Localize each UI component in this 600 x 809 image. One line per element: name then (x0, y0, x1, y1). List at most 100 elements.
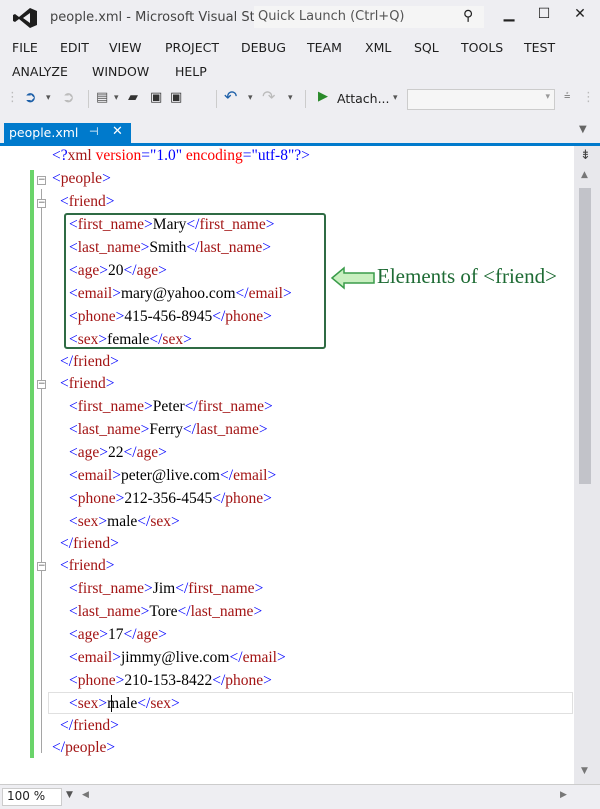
code-editor[interactable]: − − − − <?xml version="1.0" encoding="ut… (0, 146, 600, 784)
field-line: <sex>male</sex> (69, 513, 180, 530)
vertical-scrollbar[interactable]: ⇟ ▲ ▼ (574, 146, 600, 784)
friend-close-line: </friend> (60, 353, 119, 370)
chevron-down-icon[interactable]: ▼ (66, 790, 73, 800)
toolbar: ⋮ ➲ ▾ ➲ ▤ ▾ ▰ ▣ ▣ ↶ ▾ ↷ ▾ ▶ Attach... ▾ … (0, 84, 600, 114)
save-icon[interactable]: ▣ (150, 90, 162, 105)
toolbar-grip-icon: ⋮ (6, 90, 19, 105)
redo-icon[interactable]: ↷ (262, 87, 275, 106)
menu-debug[interactable]: DEBUG (241, 40, 286, 55)
search-icon[interactable]: ⚲ (463, 8, 473, 24)
fold-guide (41, 189, 42, 753)
solution-config-combo[interactable]: ▾ (407, 89, 555, 110)
field-line: <phone>210-153-8422</phone> (69, 672, 272, 689)
field-line: <first_name>Peter</first_name> (69, 398, 273, 415)
navigate-forward-icon[interactable]: ➲ (62, 88, 75, 106)
close-tab-icon[interactable]: ✕ (112, 124, 123, 139)
new-dropdown-icon[interactable]: ▾ (114, 93, 119, 103)
undo-icon[interactable]: ↶ (224, 87, 237, 106)
field-line: <email>peter@live.com</email> (69, 467, 277, 484)
people-open-line: <people> (52, 170, 111, 187)
field-line: <last_name>Tore</last_name> (69, 603, 263, 620)
attach-button[interactable]: Attach... (337, 91, 390, 106)
close-button[interactable]: ✕ (568, 6, 592, 26)
friend-close-line: </friend> (60, 717, 119, 734)
open-file-icon[interactable]: ▰ (128, 90, 138, 105)
fold-toggle-people[interactable]: − (37, 176, 46, 185)
scroll-thumb[interactable] (579, 188, 591, 484)
pin-icon[interactable]: ⊣ (89, 125, 99, 138)
toolbar-separator (305, 90, 306, 108)
navigate-back-icon[interactable]: ➲ (24, 88, 37, 106)
menu-team[interactable]: TEAM (307, 40, 342, 55)
pi-name: xml (67, 147, 92, 164)
menu-help[interactable]: HELP (175, 64, 207, 79)
quick-launch-input[interactable]: Quick Launch (Ctrl+Q) ⚲ (254, 6, 484, 28)
undo-dropdown-icon[interactable]: ▾ (248, 93, 253, 103)
left-arrow-icon (330, 266, 375, 290)
fold-toggle-friend[interactable]: − (37, 199, 46, 208)
toolbar-overflow-icon[interactable]: ⩮ (564, 89, 570, 103)
menu-test[interactable]: TEST (524, 40, 555, 55)
scroll-up-icon[interactable]: ▲ (581, 170, 588, 180)
field-line: <sex>male</sex> (69, 695, 180, 712)
tab-people-xml[interactable]: people.xml ⊣ ✕ (4, 123, 131, 143)
xml-declaration-line: <?xml version="1.0" encoding="utf-8"?> (52, 147, 310, 164)
chevron-down-icon[interactable]: ▾ (545, 92, 550, 102)
field-line: <age>17</age> (69, 626, 167, 643)
menu-edit[interactable]: EDIT (60, 40, 89, 55)
save-all-icon[interactable]: ▣ (170, 90, 182, 105)
attach-dropdown-icon[interactable]: ▾ (393, 93, 398, 103)
menu-bar: FILE EDIT VIEW PROJECT DEBUG TEAM XML SQ… (0, 36, 600, 84)
menu-analyze[interactable]: ANALYZE (12, 64, 68, 79)
text-caret (111, 695, 112, 712)
toolbar-grip-icon: ⋮ (582, 90, 595, 105)
menu-sql[interactable]: SQL (414, 40, 439, 55)
menu-window[interactable]: WINDOW (92, 64, 149, 79)
field-line: <last_name>Ferry</last_name> (69, 421, 268, 438)
zoom-combo[interactable]: 100 % (2, 788, 62, 806)
tab-list-dropdown-icon[interactable]: ▼ (579, 124, 587, 135)
field-line: <email>jimmy@live.com</email> (69, 649, 286, 666)
editor-bottom-bar: 100 % ▼ ◀ ▶ (0, 784, 600, 809)
scroll-down-icon[interactable]: ▼ (581, 766, 588, 776)
annotation-label: Elements of <friend> (377, 264, 557, 288)
new-project-icon[interactable]: ▤ (96, 90, 108, 105)
title-bar: people.xml - Microsoft Visual St... Quic… (0, 0, 600, 36)
window-title: people.xml - Microsoft Visual St... (50, 10, 268, 25)
minimize-button[interactable]: ▁ (497, 6, 521, 26)
pi-close: ?> (294, 147, 310, 164)
start-debugging-icon[interactable]: ▶ (318, 89, 328, 104)
friend-close-line: </friend> (60, 535, 119, 552)
pi-open: <? (52, 147, 68, 164)
attr-encoding: encoding (185, 147, 243, 164)
fold-toggle-friend[interactable]: − (37, 562, 46, 571)
friend-open-line: <friend> (60, 375, 115, 392)
attr-encoding-value: "utf-8" (251, 147, 295, 164)
attr-version-value: "1.0" (150, 147, 183, 164)
attr-version: version (95, 147, 142, 164)
scroll-left-icon[interactable]: ◀ (82, 790, 89, 800)
split-window-icon[interactable]: ⇟ (580, 148, 591, 163)
maximize-button[interactable]: ☐ (532, 6, 556, 26)
back-dropdown-icon[interactable]: ▾ (46, 93, 51, 103)
field-line: <age>22</age> (69, 444, 167, 461)
friend-open-line: <friend> (60, 557, 115, 574)
friend-elements-highlight-box (64, 213, 326, 349)
fold-toggle-friend[interactable]: − (37, 380, 46, 389)
toolbar-separator (216, 90, 217, 108)
menu-project[interactable]: PROJECT (165, 40, 219, 55)
document-tab-strip: people.xml ⊣ ✕ ▼ (0, 114, 600, 146)
menu-xml[interactable]: XML (365, 40, 391, 55)
people-close-line: </people> (52, 739, 116, 756)
menu-view[interactable]: VIEW (109, 40, 142, 55)
visual-studio-logo-icon (13, 8, 37, 28)
menu-tools[interactable]: TOOLS (461, 40, 503, 55)
field-line: <first_name>Jim</first_name> (69, 580, 264, 597)
field-line: <phone>212-356-4545</phone> (69, 490, 272, 507)
tab-title: people.xml (9, 125, 79, 140)
redo-dropdown-icon[interactable]: ▾ (288, 93, 293, 103)
friend-open-line: <friend> (60, 193, 115, 210)
scroll-right-icon[interactable]: ▶ (560, 790, 567, 800)
quick-launch-placeholder: Quick Launch (Ctrl+Q) (258, 9, 405, 24)
menu-file[interactable]: FILE (12, 40, 38, 55)
